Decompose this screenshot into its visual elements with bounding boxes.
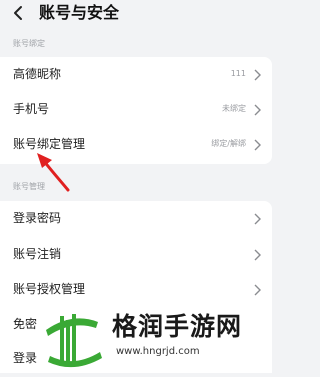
chevron-right-icon [254,69,261,81]
row-phone[interactable]: 手机号 未绑定 [0,92,272,128]
row-label: 账号绑定管理 [13,137,86,151]
row-account-authorization[interactable]: 账号授权管理 [0,272,272,308]
row-value: 未绑定 [222,104,246,113]
row-label: 高德昵称 [13,67,62,81]
top-bar: 账号与安全 [0,0,282,30]
section-label-management: 账号管理 [13,182,45,191]
row-account-cancel[interactable]: 账号注销 [0,237,272,273]
chevron-right-icon [254,213,261,225]
chevron-right-icon [254,249,261,261]
row-label: 免密 [13,317,38,331]
row-label: 账号注销 [13,247,62,261]
chevron-right-icon [254,139,261,151]
row-value: 111 [230,69,246,78]
watermark: 格润手游网 www.hngrjd.com [40,306,282,373]
row-account-binding[interactable]: 账号绑定管理 绑定/解绑 [0,127,272,163]
row-label: 手机号 [13,102,50,116]
back-icon[interactable] [12,5,24,21]
row-amap-nickname[interactable]: 高德昵称 111 [0,57,272,93]
row-label: 登录密码 [13,211,62,225]
row-label: 登录 [13,351,38,365]
row-login-password[interactable]: 登录密码 [0,201,272,237]
chevron-right-icon [254,284,261,296]
page-title: 账号与安全 [39,3,120,22]
section-label-binding: 账号绑定 [13,39,45,48]
site-logo [46,314,102,368]
binding-group: 高德昵称 111 手机号 未绑定 账号绑定管理 绑定/解绑 [0,57,272,164]
row-label: 账号授权管理 [13,282,86,296]
watermark-site-name: 格润手游网 [112,312,243,341]
row-value: 绑定/解绑 [211,139,246,148]
chevron-right-icon [254,104,261,116]
watermark-url: www.hngrjd.com [116,346,200,357]
